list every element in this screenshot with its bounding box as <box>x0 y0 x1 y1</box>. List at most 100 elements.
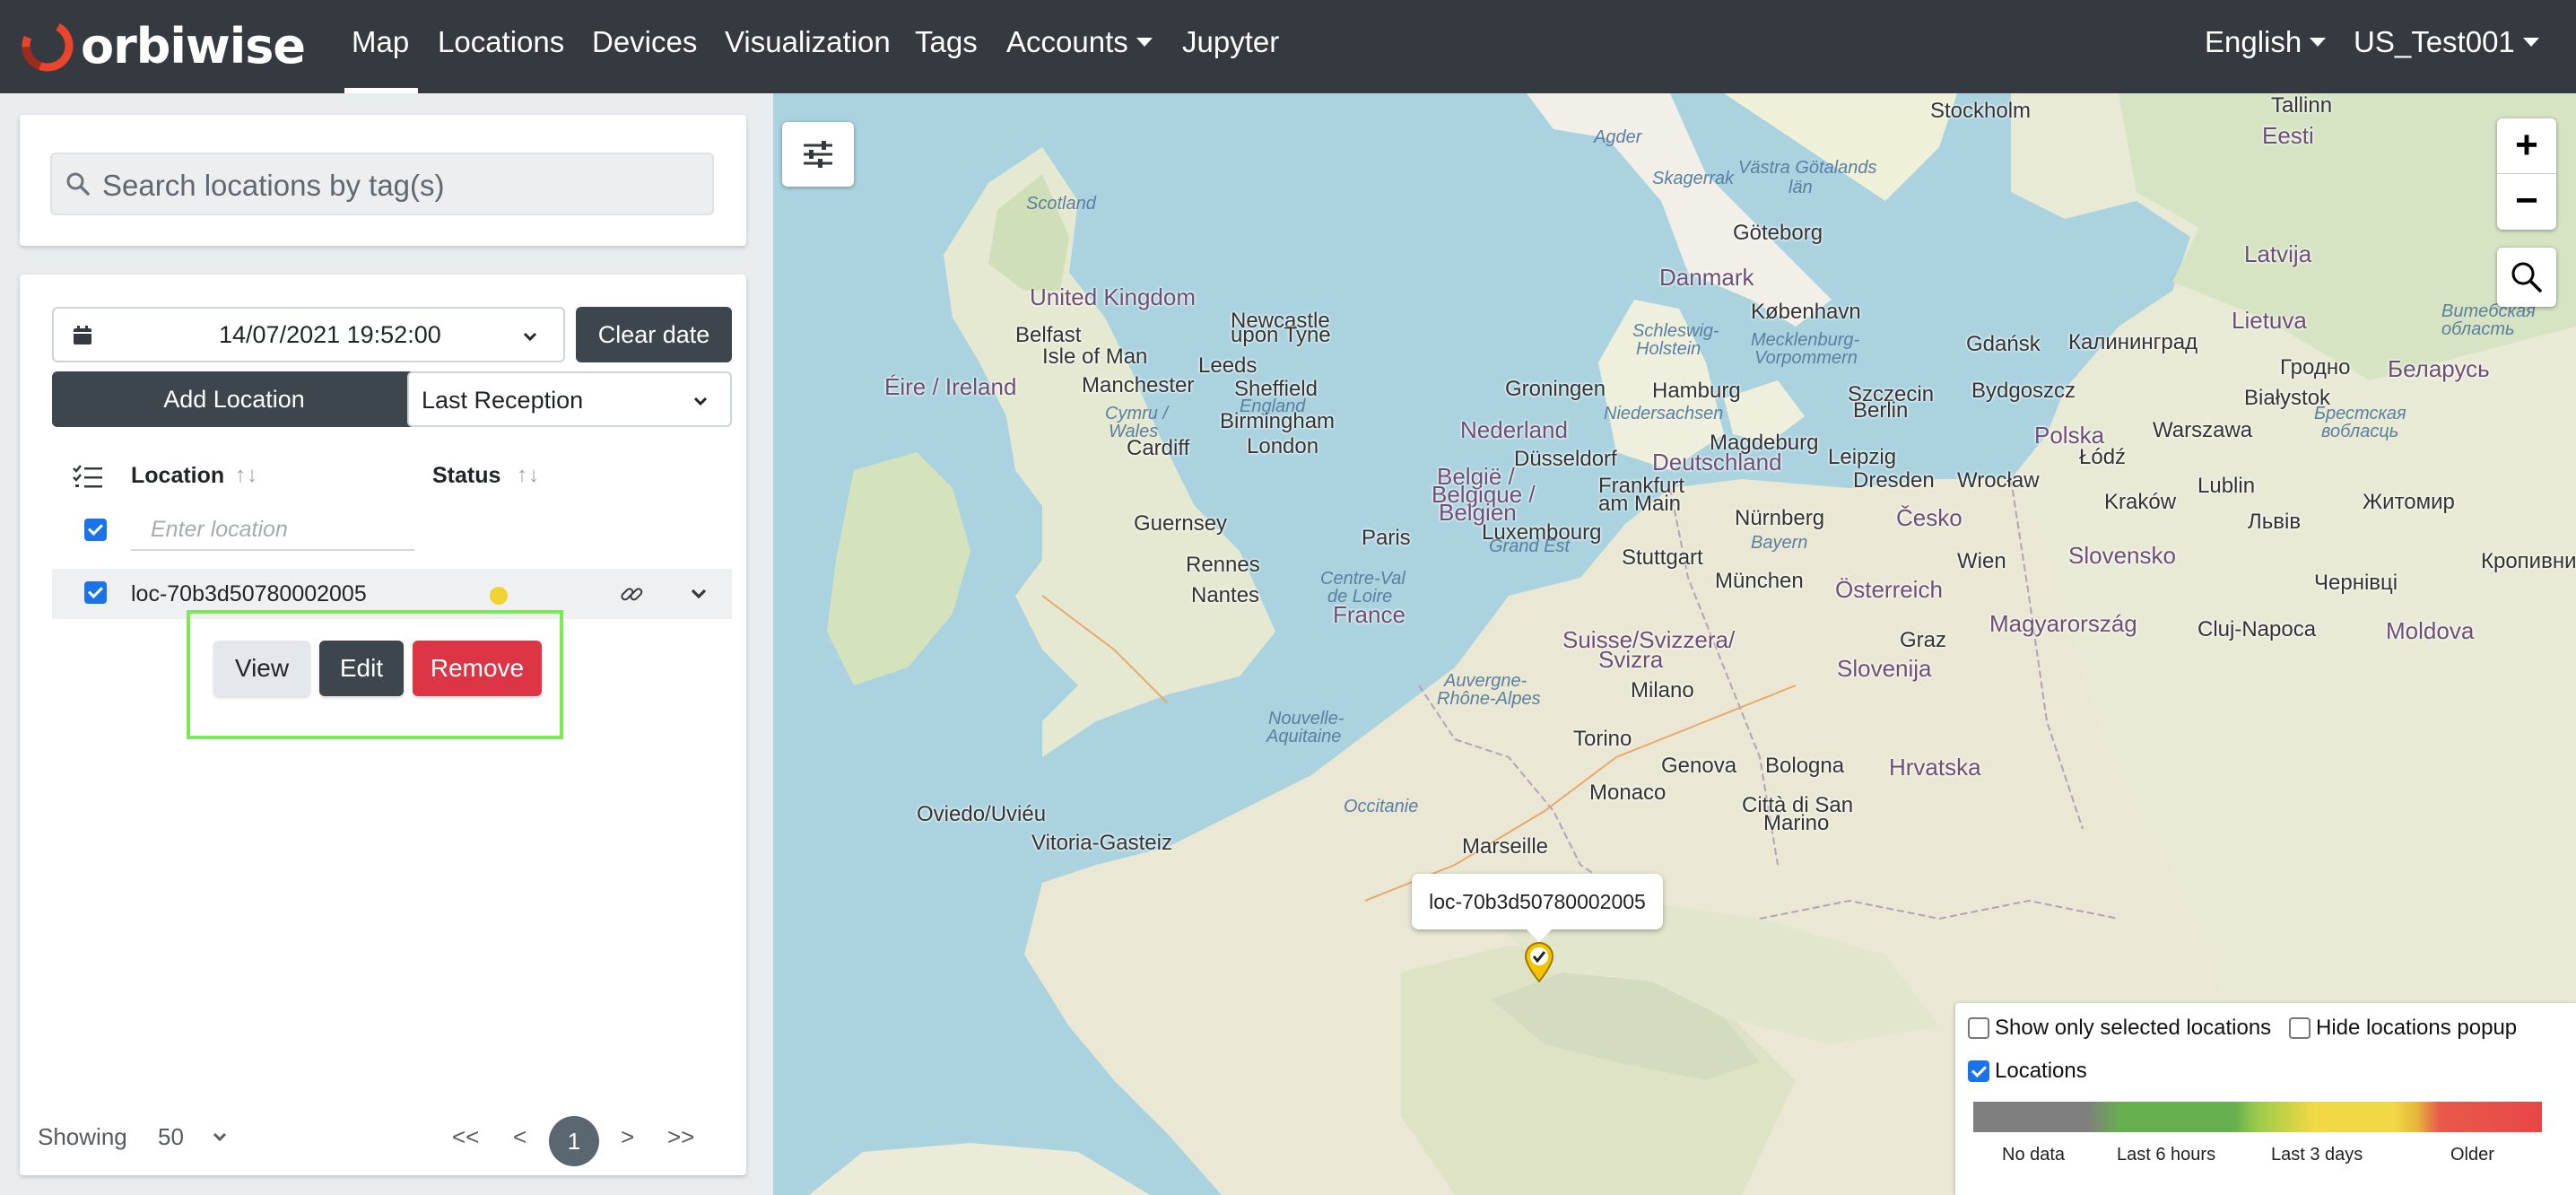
legend-label-last-3-days: Last 3 days <box>2271 1145 2363 1164</box>
legend-label-last-6-hours: Last 6 hours <box>2117 1145 2216 1164</box>
link-icon[interactable] <box>619 581 644 606</box>
nav-devices[interactable]: Devices <box>592 25 697 59</box>
map-label-holstein: Holstein <box>1636 339 1701 359</box>
sort-select[interactable]: Last Reception <box>407 371 732 427</box>
map-legend-panel: Show only selected locations Hide locati… <box>1955 1003 2576 1195</box>
legend-label-no-data: No data <box>2002 1145 2066 1164</box>
chevron-down-icon[interactable] <box>212 1129 228 1145</box>
map-label-isle-of-man: Isle of Man <box>1042 345 1148 369</box>
map-label-oblast-2: вобласць <box>2321 422 2399 441</box>
select-all-checkbox[interactable] <box>84 519 107 541</box>
clear-date-button[interactable]: Clear date <box>576 307 732 362</box>
map-label-stuttgart: Stuttgart <box>1622 545 1703 570</box>
status-indicator <box>490 587 508 605</box>
nav-accounts-dropdown[interactable]: Accounts <box>1006 25 1153 59</box>
edit-button[interactable]: Edit <box>319 641 404 696</box>
sort-arrows-icon[interactable]: ↑↓ <box>517 463 540 488</box>
map-label-deutschland: Deutschland <box>1652 449 1782 475</box>
location-popup: loc-70b3d50780002005 <box>1412 874 1663 942</box>
map-label-london: London <box>1247 434 1319 458</box>
map-label-chernivtsi: Чернівці <box>2314 571 2398 595</box>
map-label-dresden: Dresden <box>1853 468 1935 493</box>
map-label-nurnberg: Nürnberg <box>1735 506 1825 530</box>
chevron-down-icon[interactable] <box>689 583 709 603</box>
last-page-button[interactable]: >> <box>667 1123 694 1151</box>
map-label-kobenhavn: København <box>1751 300 1861 324</box>
locations-layer-label[interactable]: Locations <box>1995 1059 2087 1084</box>
map-filter-button[interactable] <box>782 122 854 187</box>
zoom-out-button[interactable]: − <box>2497 174 2556 230</box>
map-label-paris: Paris <box>1362 526 1411 550</box>
map-label-rhone: Rhône-Alpes <box>1437 689 1541 709</box>
location-name: loc-70b3d50780002005 <box>131 581 367 606</box>
map-label-nederland: Nederland <box>1460 416 1568 443</box>
map-label-vitoria: Vitoria-Gasteiz <box>1031 831 1172 855</box>
page-size-select[interactable]: 50 <box>158 1123 184 1151</box>
search-icon <box>66 172 90 196</box>
language-dropdown[interactable]: English <box>2205 25 2326 59</box>
map-label-hamburg: Hamburg <box>1652 379 1741 403</box>
show-selected-checkbox[interactable] <box>1968 1017 1989 1039</box>
hide-popup-checkbox[interactable] <box>2289 1017 2311 1039</box>
map-label-warszawa: Warszawa <box>2153 418 2253 442</box>
map-label-slovenija: Slovenija <box>1837 655 1932 682</box>
search-placeholder: Search locations by tag(s) <box>102 169 445 202</box>
map-label-guernsey: Guernsey <box>1134 511 1228 536</box>
map-label-cluj: Cluj-Napoca <box>2197 617 2317 641</box>
nav-locations[interactable]: Locations <box>438 25 564 59</box>
row-checkbox[interactable] <box>84 581 107 604</box>
current-page-button[interactable]: 1 <box>549 1116 599 1166</box>
sliders-icon <box>804 141 832 168</box>
column-header-location[interactable]: Location <box>131 463 224 489</box>
map-label-eesti: Eesti <box>2262 122 2314 149</box>
map-label-hrvatska: Hrvatska <box>1889 754 1981 781</box>
map-label-lietuva: Lietuva <box>2232 307 2307 334</box>
sort-arrows-icon[interactable]: ↑↓ <box>235 463 258 488</box>
status-color-gradient <box>1973 1102 2542 1132</box>
add-location-button[interactable]: Add Location <box>52 371 416 427</box>
map-label-vastra: Västra Götalands <box>1738 158 1877 178</box>
remove-button[interactable]: Remove <box>413 641 542 696</box>
locations-layer-checkbox[interactable] <box>1968 1060 1989 1082</box>
showing-label: Showing <box>38 1123 127 1150</box>
hide-popup-label[interactable]: Hide locations popup <box>2316 1016 2517 1041</box>
map-label-marseille: Marseille <box>1462 834 1549 859</box>
column-header-status[interactable]: Status <box>432 463 500 489</box>
legend-label-older: Older <box>2450 1145 2494 1164</box>
map-label-magyarorszag: Magyarország <box>1989 610 2137 637</box>
search-input[interactable]: Search locations by tag(s) <box>50 153 714 215</box>
nav-map[interactable]: Map <box>352 25 409 59</box>
map-label-oviedo: Oviedo/Uviéu <box>917 802 1047 826</box>
user-dropdown[interactable]: US_Test001 <box>2354 25 2539 59</box>
orbiwise-logo[interactable]: orbiwise <box>20 16 306 75</box>
map-label-niedersachsen: Niedersachsen <box>1604 404 1724 423</box>
orbiwise-logo-icon <box>22 20 74 72</box>
date-value: 14/07/2021 19:52:00 <box>219 321 441 348</box>
view-button[interactable]: View <box>213 641 310 696</box>
map-label-nantes: Nantes <box>1191 583 1260 607</box>
map-label-rennes: Rennes <box>1186 553 1260 577</box>
checklist-icon[interactable] <box>72 463 104 490</box>
show-selected-label[interactable]: Show only selected locations <box>1995 1016 2271 1041</box>
map-view[interactable]: Stockholm Tallinn Eesti Agder Västra Göt… <box>773 93 2576 1195</box>
nav-visualization[interactable]: Visualization <box>725 25 891 59</box>
nav-tags[interactable]: Tags <box>915 25 978 59</box>
next-page-button[interactable]: > <box>621 1123 634 1151</box>
map-search-button[interactable] <box>2497 248 2556 307</box>
map-label-lan: län <box>1788 178 1813 197</box>
first-page-button[interactable]: << <box>452 1123 479 1151</box>
map-label-upon-tyne: upon Tyne <box>1231 323 1331 347</box>
map-label-dusseldorf: Düsseldorf <box>1514 447 1617 471</box>
location-marker-icon[interactable] <box>1523 942 1555 983</box>
sort-value: Last Reception <box>422 387 584 414</box>
zoom-in-button[interactable]: + <box>2497 118 2556 174</box>
prev-page-button[interactable]: < <box>513 1123 527 1151</box>
location-filter-input[interactable]: Enter location <box>131 508 414 551</box>
map-label-manchester: Manchester <box>1082 373 1195 397</box>
map-label-kaliningrad: Калининград <box>2068 330 2198 354</box>
map-label-lviv: Львів <box>2248 510 2302 534</box>
map-label-graz: Graz <box>1900 628 1947 652</box>
map-label-eire: Éire / Ireland <box>884 373 1017 400</box>
date-picker[interactable]: 14/07/2021 19:52:00 <box>52 307 565 362</box>
nav-jupyter[interactable]: Jupyter <box>1182 25 1279 59</box>
